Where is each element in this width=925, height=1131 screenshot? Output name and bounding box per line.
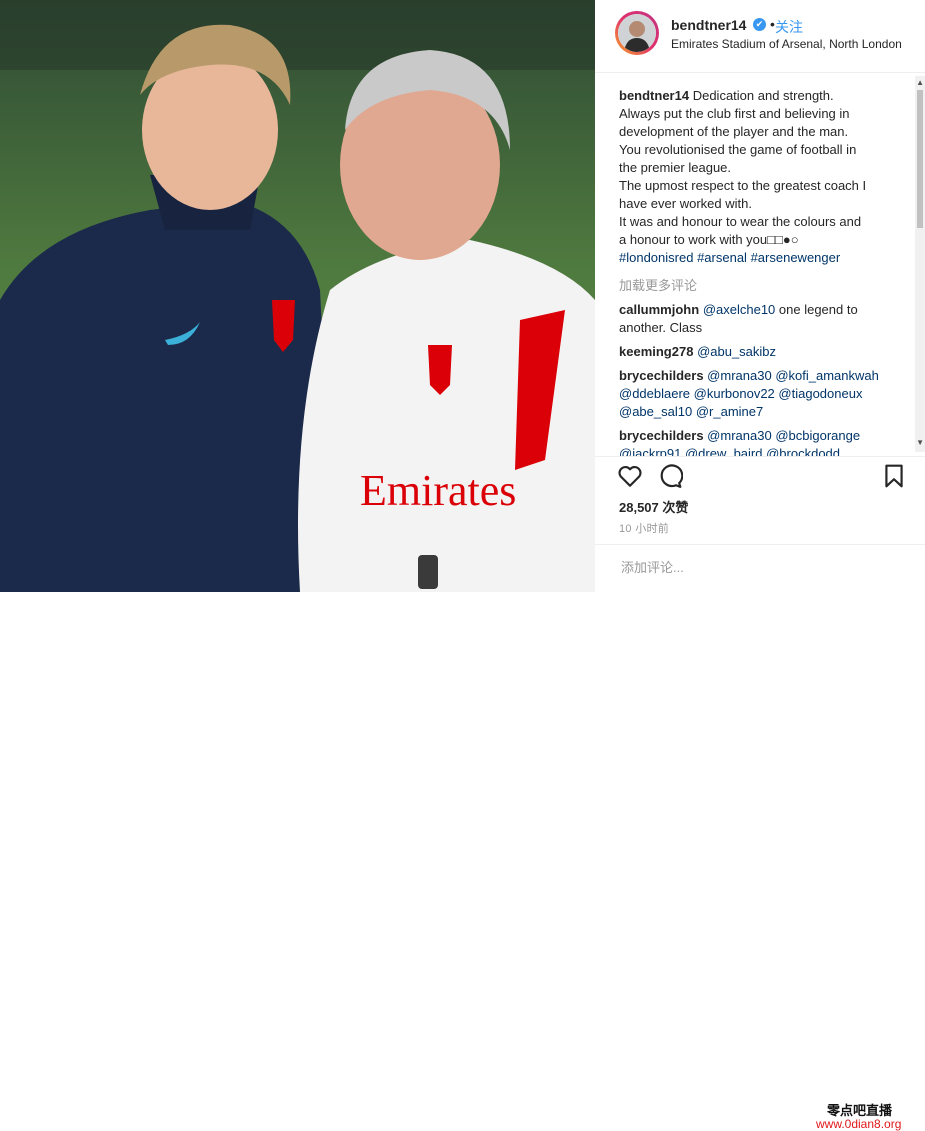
hashtag-link[interactable]: #arsenewenger <box>751 250 841 265</box>
comment-icon[interactable] <box>657 463 683 489</box>
scroll-down-arrow-icon[interactable]: ▼ <box>916 438 924 447</box>
comment-mention[interactable]: @abu_sakibz <box>697 344 776 359</box>
caption-line: development of the player and the man. <box>619 124 849 139</box>
like-count[interactable]: 28,507 次赞 <box>619 497 688 516</box>
comments-list: bendtner14 Dedication and strength. Alwa… <box>595 74 925 456</box>
comment-username[interactable]: keeming278 <box>619 344 693 359</box>
comment-mention[interactable]: @jackrp91 <box>619 446 681 456</box>
post-photo[interactable]: Emirates <box>0 0 595 592</box>
load-more-comments-button[interactable]: 加载更多评论 <box>619 275 697 294</box>
bookmark-icon[interactable] <box>881 463 907 489</box>
comment-mention[interactable]: @tiagodoneux <box>778 386 862 401</box>
comment-item: keeming278 @abu_sakibz <box>619 343 891 361</box>
comment-mention[interactable]: @brockdodd <box>766 446 840 456</box>
comment-text: one legend to <box>778 302 858 317</box>
like-count-label: 次赞 <box>662 500 689 515</box>
hashtag-link[interactable]: #londonisred <box>619 250 693 265</box>
caption-line: It was and honour to wear the colours an… <box>619 214 862 229</box>
post-panel: bendtner14 ✔ • 关注 Emirates Stadium of Ar… <box>595 0 925 1131</box>
comment-text: another. Class <box>619 320 703 335</box>
comment-mention[interactable]: @bcbigorange <box>775 428 860 443</box>
comment-mention[interactable]: @r_amine7 <box>696 404 763 419</box>
comment-username[interactable]: callummjohn <box>619 302 699 317</box>
comment-username[interactable]: brycechilders <box>619 368 704 383</box>
location-link[interactable]: Emirates Stadium of Arsenal, North Londo… <box>671 37 902 51</box>
comment-mention[interactable]: @kofi_amankwah <box>775 368 879 383</box>
avatar[interactable] <box>615 11 659 55</box>
caption-line: You revolutionised the game of football … <box>619 142 857 157</box>
post-timestamp[interactable]: 10 小时前 <box>619 520 669 536</box>
watermark-url: www.0dian8.org <box>816 1117 902 1131</box>
comment-item: brycechilders @mrana30 @bcbigorange @jac… <box>619 427 891 456</box>
add-comment-bar: 零点吧直播 www.0dian8.org <box>595 544 925 1131</box>
post-author-username[interactable]: bendtner14 <box>671 17 746 33</box>
follow-button[interactable]: 关注 <box>775 17 803 37</box>
comment-mention[interactable]: @mrana30 <box>707 428 772 443</box>
scroll-up-arrow-icon[interactable]: ▲ <box>916 78 924 87</box>
caption-line: a honour to work with you□□●○ <box>619 232 799 247</box>
comment-mention[interactable]: @drew_baird <box>685 446 763 456</box>
post-caption: bendtner14 Dedication and strength. Alwa… <box>619 87 889 267</box>
heart-icon[interactable] <box>617 463 643 489</box>
caption-username[interactable]: bendtner14 <box>619 88 689 103</box>
comment-mention[interactable]: @mrana30 <box>707 368 772 383</box>
caption-line: have ever worked with. <box>619 196 752 211</box>
comment-mention[interactable]: @ddeblaere <box>619 386 690 401</box>
comment-mention[interactable]: @abe_sal10 <box>619 404 692 419</box>
post-actions <box>595 456 925 497</box>
caption-line: the premier league. <box>619 160 732 175</box>
comment-mention[interactable]: @kurbonov22 <box>694 386 775 401</box>
hashtag-link[interactable]: #arsenal <box>697 250 747 265</box>
comment-username[interactable]: brycechilders <box>619 428 704 443</box>
verified-icon: ✔ <box>753 18 766 31</box>
shirt-sponsor-text: Emirates <box>360 466 516 515</box>
caption-line: Dedication and strength. <box>692 88 834 103</box>
post-header: bendtner14 ✔ • 关注 Emirates Stadium of Ar… <box>595 0 925 73</box>
caption-line: Always put the club first and believing … <box>619 106 850 121</box>
comment-item: brycechilders @mrana30 @kofi_amankwah @d… <box>619 367 891 421</box>
comment-item: callummjohn @axelche10 one legend to ano… <box>619 301 891 337</box>
like-count-number: 28,507 <box>619 500 659 515</box>
comment-mention[interactable]: @axelche10 <box>703 302 775 317</box>
scrollbar-thumb[interactable] <box>917 90 923 228</box>
caption-line: The upmost respect to the greatest coach… <box>619 178 867 193</box>
add-comment-input[interactable] <box>619 559 803 576</box>
